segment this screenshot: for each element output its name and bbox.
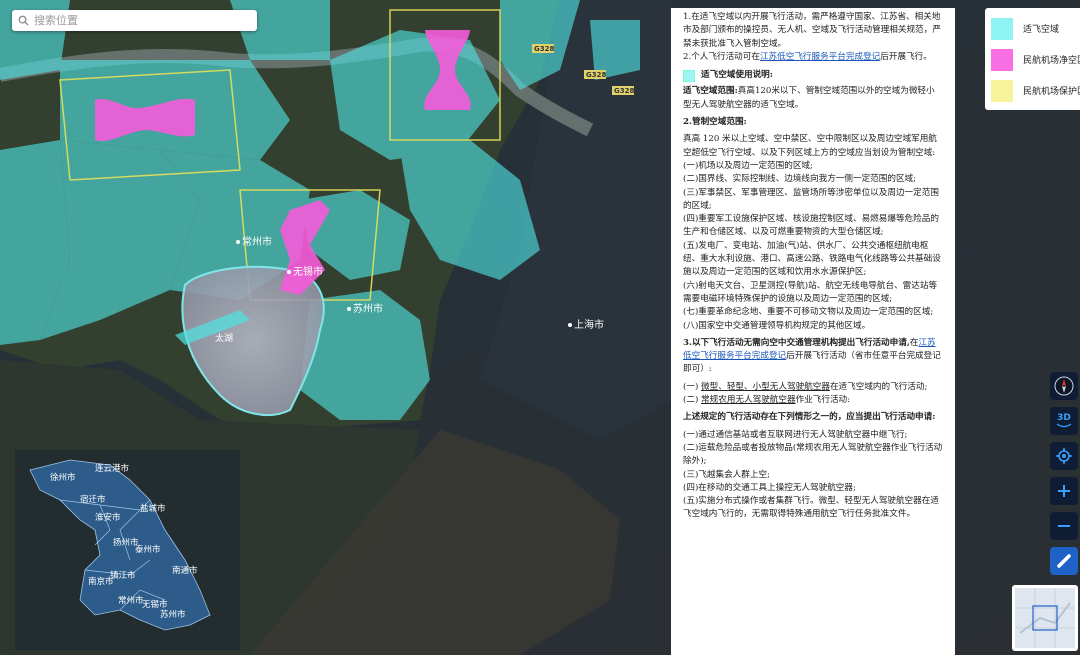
legend-swatch [991, 79, 1013, 102]
lake-label-taihu: 太湖 [215, 332, 233, 344]
list-item: (五)实施分布式操作或者集群飞行。微型、轻型无人驾驶航空器在适飞空域内飞行的，无… [683, 496, 939, 520]
plus-icon [1057, 484, 1071, 498]
city-label-changzhou: 常州市 [242, 235, 272, 248]
legend-label: 民航机场保护区 [1023, 87, 1080, 97]
city-label-suzhou: 苏州市 [353, 302, 383, 315]
registration-link[interactable]: 江苏低空飞行服务平台完成登记 [760, 52, 880, 62]
inset-city-label: 南京市 [88, 576, 114, 587]
range-paragraph: 适飞空域范围:真高120米以下、管制空域范围以外的空域为微轻小型无人驾驶航空器的… [683, 86, 935, 110]
list-item: (一)机场以及周边一定范围的区域; [683, 160, 813, 171]
search-input[interactable] [34, 14, 251, 27]
legend-label: 民航机场净空区 [1023, 56, 1080, 66]
inset-city-label: 泰州市 [135, 544, 161, 555]
3d-icon: 3D [1056, 414, 1072, 428]
list-item: (四)在移动的交通工具上操控无人驾驶航空器; [683, 482, 856, 493]
list-item: (二) 常规农用无人驾驶航空器作业飞行活动: [683, 395, 851, 406]
inset-city-label: 无锡市 [142, 599, 168, 610]
search-box[interactable] [12, 10, 257, 31]
rule-paragraph: 2.个人飞行活动可在江苏低空飞行服务平台完成登记后开展飞行。 [683, 51, 932, 62]
inset-province-map: 连云港市 徐州市 宿迁市 淮安市 盐城市 扬州市 泰州市 镇江市 南京市 南通市… [15, 450, 240, 650]
road-badge: G328 [614, 87, 634, 95]
section-heading: 上述规定的飞行活动存在下列情形之一的，应当提出飞行活动申请: [683, 412, 936, 423]
locate-icon [1056, 448, 1072, 464]
map-legend: 适飞空域 民航机场净空区 民航机场保护区 [985, 8, 1080, 110]
rule-paragraph: 3.以下飞行活动无需向空中交通管理机构提出飞行活动申请,在江苏低空飞行服务平台完… [683, 337, 941, 375]
airspace-rules-panel[interactable]: 1.在适飞空域以内开展飞行活动，需严格遵守国家、江苏省、相关地市及部门颁布的操控… [671, 8, 955, 655]
legend-item-protection: 民航机场保护区 [991, 75, 1080, 106]
inset-city-label: 盐城市 [140, 503, 166, 514]
inset-city-label: 常州市 [118, 595, 144, 606]
ruler-icon [1056, 553, 1072, 569]
section-heading: 2.管制空域范围: [683, 117, 747, 128]
inset-city-label: 南通市 [172, 565, 198, 576]
list-item: (五)发电厂、变电站、加油(气)站、供水厂、公共交通枢纽航电枢纽、重大水利设施、… [683, 240, 941, 278]
compass-icon [1053, 375, 1075, 397]
zoom-out-button[interactable] [1050, 512, 1078, 540]
list-item: (二)运载危险品或者投放物品(常规农用无人驾驶航空器作业飞行活动除外); [683, 442, 943, 467]
rule-paragraph: 真高 120 米以上空域、空中禁区、空中限制区以及周边空域军用航空超低空飞行空域… [683, 134, 937, 158]
search-icon [18, 15, 29, 26]
inset-city-label: 镇江市 [110, 570, 136, 581]
list-item: (八)国家空中交通管理领导机构规定的其他区域。 [683, 320, 871, 331]
list-item: (七)重要革命纪念地、重要不可移动文物以及周边一定范围的区域; [683, 307, 934, 318]
overview-minimap[interactable] [1012, 585, 1078, 651]
locate-button[interactable] [1050, 442, 1078, 470]
list-item: (三)军事禁区、军事管理区、监管场所等涉密单位以及周边一定范围的区域; [683, 187, 939, 211]
list-item: (一) 微型、轻型、小型无人驾驶航空器在适飞空域内的飞行活动; [683, 381, 928, 392]
usage-heading: 适飞空域使用说明: [683, 69, 943, 82]
road-badge: G328 [586, 71, 606, 79]
city-label-shanghai: 上海市 [574, 318, 604, 331]
zoom-in-button[interactable] [1050, 477, 1078, 505]
list-item: (六)射电天文台、卫星测控(导航)站、航空无线电导航台、雷达站等需要电磁环境特殊… [683, 280, 938, 304]
compass-button[interactable] [1050, 372, 1078, 400]
inset-city-label: 连云港市 [95, 463, 130, 474]
inset-city-label: 宿迁市 [80, 494, 106, 505]
3d-toggle-button[interactable]: 3D [1050, 407, 1078, 435]
list-item: (二)国界线、实际控制线、边境线向我方一侧一定范围的区域; [683, 174, 917, 185]
inset-city-label: 徐州市 [50, 472, 76, 483]
list-item: (四)重要军工设施保护区域、核设施控制区域、易燃易爆等危险品的生产和仓储区域、以… [683, 214, 939, 238]
legend-swatch [991, 48, 1013, 71]
rule-paragraph: 1.在适飞空域以内开展飞行活动，需严格遵守国家、江苏省、相关地市及部门颁布的操控… [683, 12, 941, 49]
road-badge: G328 [534, 45, 554, 53]
list-item: (一)通过通信基站或者互联网进行无人驾驶航空器中继飞行; [683, 429, 908, 440]
city-label-wuxi: 无锡市 [293, 265, 323, 278]
measure-button[interactable] [1050, 547, 1078, 575]
list-item: (三)飞越集会人群上空; [683, 469, 770, 480]
inset-city-label: 苏州市 [160, 609, 186, 620]
inset-city-label: 淮安市 [95, 512, 121, 523]
legend-label: 适飞空域 [1023, 25, 1060, 35]
legend-item-suitable: 适飞空域 [991, 13, 1080, 44]
legend-swatch [991, 17, 1013, 40]
minus-icon [1057, 519, 1071, 533]
legend-item-clearance: 民航机场净空区 [991, 44, 1080, 75]
suitable-airspace-swatch [683, 69, 695, 82]
usage-title: 适飞空域使用说明: [701, 70, 773, 81]
